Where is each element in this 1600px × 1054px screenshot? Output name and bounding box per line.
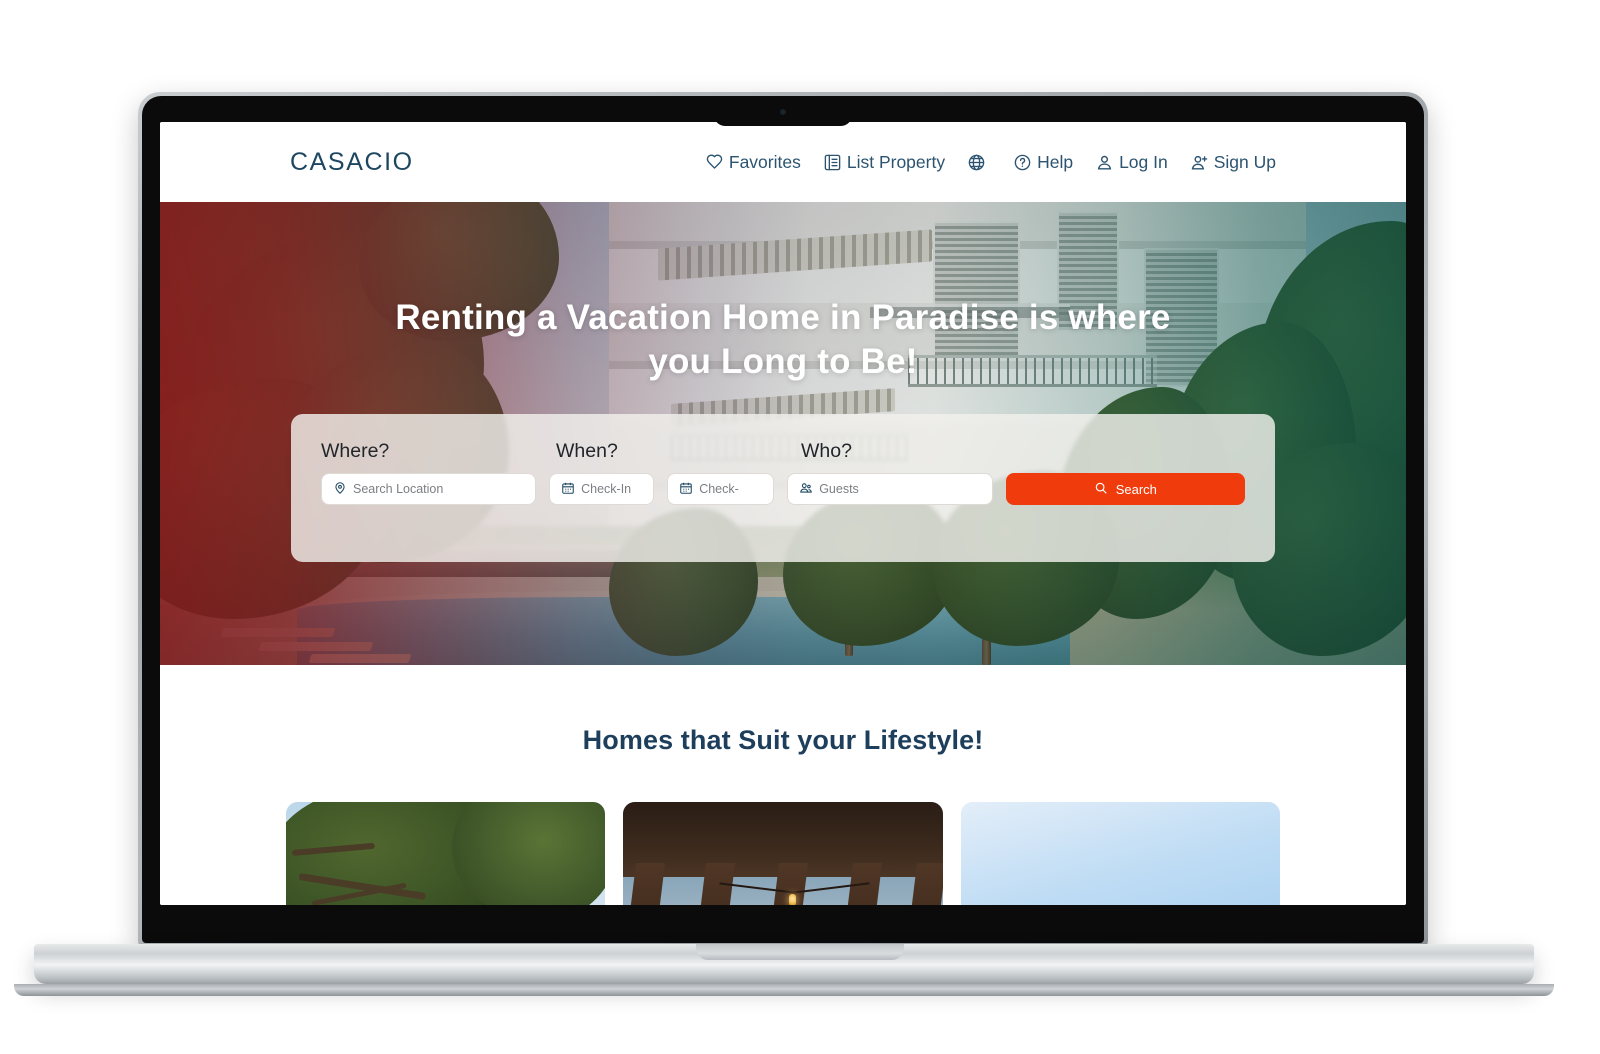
nav-item-help[interactable]: Help xyxy=(1013,152,1073,173)
lifestyle-card-list xyxy=(160,802,1406,905)
question-circle-icon xyxy=(1013,153,1032,172)
label-where: Where? xyxy=(321,440,390,462)
search-button[interactable]: Search xyxy=(1005,473,1245,505)
checkout-date-input[interactable]: Check- xyxy=(667,473,775,505)
website-page: CASACIO Favorites List Property Help Log… xyxy=(160,122,1406,905)
guests-icon xyxy=(799,481,813,498)
search-icon xyxy=(1094,481,1108,498)
search-fields-row: Search Location Check-In Check- Guests S… xyxy=(321,473,1245,505)
nav-item-signup[interactable]: Sign Up xyxy=(1190,152,1276,173)
search-location-placeholder: Search Location xyxy=(353,482,444,496)
browser-viewport: CASACIO Favorites List Property Help Log… xyxy=(160,122,1406,905)
user-plus-icon xyxy=(1190,153,1209,172)
laptop-base-notch xyxy=(696,944,904,960)
nav-label-login: Log In xyxy=(1119,151,1168,172)
laptop-lid: CASACIO Favorites List Property Help Log… xyxy=(138,92,1428,947)
nav-item-language[interactable] xyxy=(967,153,991,172)
nav-item-login[interactable]: Log In xyxy=(1095,152,1168,173)
nav-item-list-property[interactable]: List Property xyxy=(823,152,945,173)
site-header: CASACIO Favorites List Property Help Log… xyxy=(160,122,1406,202)
checkout-placeholder: Check- xyxy=(699,482,739,496)
lifestyle-card[interactable] xyxy=(960,802,1280,905)
user-icon xyxy=(1095,153,1114,172)
screenshot-stage: CASACIO Favorites List Property Help Log… xyxy=(0,0,1600,1054)
guests-input[interactable]: Guests xyxy=(787,473,993,505)
hero-section: Renting a Vacation Home in Paradise is w… xyxy=(160,202,1406,665)
calendar-icon xyxy=(561,481,575,498)
laptop-foot xyxy=(14,984,1554,996)
nav-item-favorites[interactable]: Favorites xyxy=(705,152,801,173)
webcam-notch xyxy=(714,96,852,126)
label-when: When? xyxy=(556,440,618,462)
list-icon xyxy=(823,153,842,172)
checkin-placeholder: Check-In xyxy=(581,482,632,496)
globe-icon xyxy=(967,153,986,172)
webcam-icon xyxy=(780,109,786,115)
lifestyle-section: Homes that Suit your Lifestyle! xyxy=(160,665,1406,905)
hero-heading: Renting a Vacation Home in Paradise is w… xyxy=(160,296,1406,384)
checkin-date-input[interactable]: Check-In xyxy=(549,473,655,505)
lifestyle-card[interactable] xyxy=(286,802,606,905)
search-location-input[interactable]: Search Location xyxy=(321,473,537,505)
laptop-bezel: CASACIO Favorites List Property Help Log… xyxy=(142,96,1424,943)
search-button-label: Search xyxy=(1115,481,1157,497)
nav-label-signup: Sign Up xyxy=(1213,151,1276,172)
brand-logo[interactable]: CASACIO xyxy=(290,148,414,177)
label-who: Who? xyxy=(801,440,852,462)
heart-icon xyxy=(705,153,724,172)
search-panel: Where? When? Who? Search Location Check-… xyxy=(291,414,1275,562)
calendar-icon xyxy=(679,481,693,498)
lifestyle-card[interactable] xyxy=(623,802,943,905)
main-navigation: Favorites List Property Help Log In Sign… xyxy=(705,152,1276,173)
nav-label-list-property: List Property xyxy=(846,151,946,172)
search-field-labels: Where? When? Who? xyxy=(321,440,1245,463)
nav-label-favorites: Favorites xyxy=(728,151,801,172)
hero-heading-line-2: you Long to Be! xyxy=(648,342,918,382)
hero-heading-line-1: Renting a Vacation Home in Paradise is w… xyxy=(395,298,1171,337)
guests-placeholder: Guests xyxy=(819,482,859,496)
section-title: Homes that Suit your Lifestyle! xyxy=(582,725,984,755)
nav-label-help: Help xyxy=(1037,151,1074,172)
map-pin-icon xyxy=(333,481,347,498)
